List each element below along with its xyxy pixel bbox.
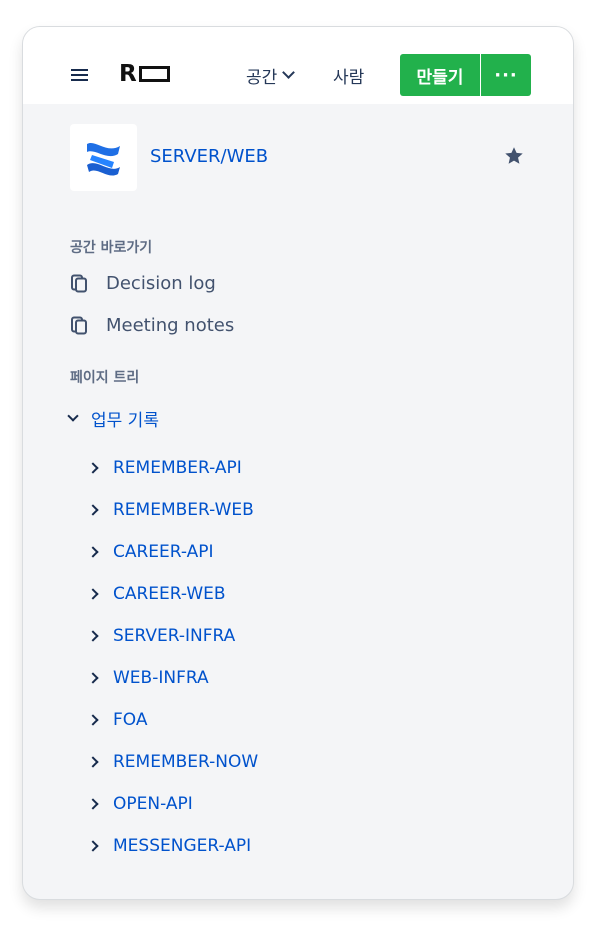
shortcuts-section-label: 공간 바로가기 xyxy=(70,240,153,256)
tree-item-label: FOA xyxy=(113,710,148,730)
tree-item[interactable]: CAREER-API xyxy=(87,531,258,573)
top-navigation-bar: R 공간 사람 만들기 ··· xyxy=(23,27,573,104)
chevron-right-icon[interactable] xyxy=(87,840,99,852)
pages-icon xyxy=(70,274,89,293)
sidebar-panel: R 공간 사람 만들기 ··· SERVER/WEB 공간 바로가기 Decis… xyxy=(22,26,574,900)
star-icon[interactable] xyxy=(503,145,525,167)
tree-item[interactable]: REMEMBER-WEB xyxy=(87,489,258,531)
create-button[interactable]: 만들기 xyxy=(400,54,480,96)
chevron-down-icon[interactable] xyxy=(67,410,79,422)
logo-box-icon xyxy=(138,66,170,82)
shortcut-label: Decision log xyxy=(106,272,216,294)
page-tree-section-label: 페이지 트리 xyxy=(70,370,140,386)
tree-item-label: REMEMBER-API xyxy=(113,458,242,478)
tree-item-label: MESSENGER-API xyxy=(113,836,252,856)
nav-people-label: 사람 xyxy=(333,67,365,88)
tree-item-label: REMEMBER-NOW xyxy=(113,752,259,772)
tree-root-label: 업무 기록 xyxy=(91,410,159,431)
pages-icon xyxy=(70,316,89,335)
chevron-right-icon[interactable] xyxy=(87,462,99,474)
chevron-right-icon[interactable] xyxy=(87,546,99,558)
chevron-right-icon[interactable] xyxy=(87,504,99,516)
tree-item-label: CAREER-API xyxy=(113,542,214,562)
chevron-right-icon[interactable] xyxy=(87,798,99,810)
tree-item[interactable]: SERVER-INFRA xyxy=(87,615,258,657)
shortcut-meeting-notes[interactable]: Meeting notes xyxy=(70,312,234,338)
chevron-right-icon[interactable] xyxy=(87,756,99,768)
more-options-button[interactable]: ··· xyxy=(481,54,531,96)
chevron-right-icon[interactable] xyxy=(87,672,99,684)
confluence-logo-icon[interactable] xyxy=(70,124,137,191)
chevron-right-icon[interactable] xyxy=(87,714,99,726)
page-tree-list: REMEMBER-API REMEMBER-WEB CAREER-API CAR… xyxy=(87,447,259,867)
tree-root-item[interactable]: 업무 기록 xyxy=(67,405,159,431)
tree-item-label: WEB-INFRA xyxy=(113,668,209,688)
chevron-right-icon[interactable] xyxy=(87,588,99,600)
tree-item-label: SERVER-INFRA xyxy=(113,626,236,646)
tree-item[interactable]: FOA xyxy=(87,699,258,741)
app-logo[interactable]: R xyxy=(119,61,170,87)
nav-spaces-dropdown[interactable]: 공간 xyxy=(246,63,296,88)
tree-item-label: REMEMBER-WEB xyxy=(113,500,254,520)
nav-spaces-label: 공간 xyxy=(246,67,278,88)
chevron-right-icon[interactable] xyxy=(87,630,99,642)
tree-item[interactable]: WEB-INFRA xyxy=(87,657,258,699)
hamburger-icon[interactable] xyxy=(71,69,88,81)
logo-letter: R xyxy=(119,61,137,87)
shortcut-decision-log[interactable]: Decision log xyxy=(70,270,216,296)
space-title[interactable]: SERVER/WEB xyxy=(150,146,268,167)
chevron-down-icon xyxy=(282,66,296,79)
tree-item[interactable]: REMEMBER-API xyxy=(87,447,258,489)
nav-people[interactable]: 사람 xyxy=(333,63,365,88)
tree-item[interactable]: OPEN-API xyxy=(87,783,258,825)
space-header: SERVER/WEB xyxy=(70,124,530,191)
tree-item[interactable]: CAREER-WEB xyxy=(87,573,258,615)
tree-item-label: OPEN-API xyxy=(113,794,193,814)
shortcut-label: Meeting notes xyxy=(106,314,235,336)
tree-item[interactable]: MESSENGER-API xyxy=(87,825,258,867)
tree-item[interactable]: REMEMBER-NOW xyxy=(87,741,259,783)
tree-item-label: CAREER-WEB xyxy=(113,584,226,604)
